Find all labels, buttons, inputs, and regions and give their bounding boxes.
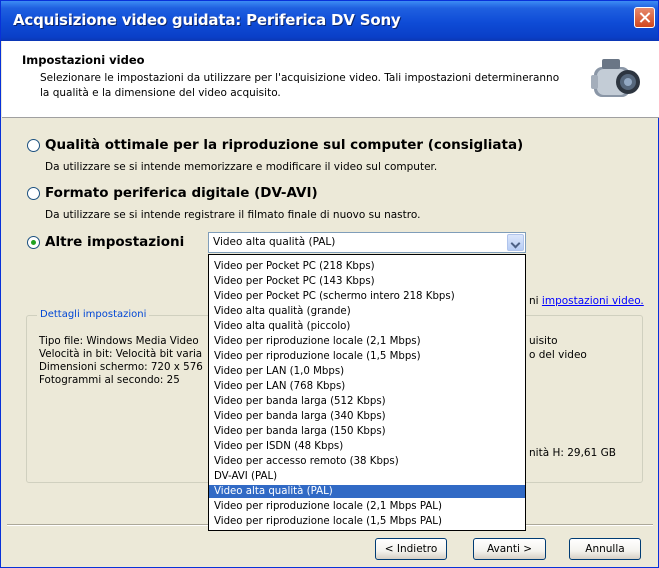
cancel-button[interactable]: Annulla: [569, 538, 641, 560]
close-button[interactable]: [634, 7, 655, 28]
detail-right-line-1: uisito: [529, 335, 558, 347]
radio-other-settings[interactable]: [27, 235, 40, 249]
disk-space-text: nità H: 29,61 GB: [529, 447, 616, 459]
video-camera-icon: [591, 59, 640, 97]
radio-digital-device-format[interactable]: [27, 186, 40, 200]
dropdown-item[interactable]: Video per LAN (768 Kbps): [209, 380, 525, 393]
next-button[interactable]: Avanti >: [473, 538, 546, 560]
settings-combobox-value: Video alta qualità (PAL): [213, 236, 336, 248]
radio-optimal-quality[interactable]: [27, 138, 40, 152]
option-digital-device-format-label: Formato periferica digitale (DV-AVI): [45, 185, 318, 201]
detail-right-line-2: o del video: [529, 349, 587, 361]
option-other-settings[interactable]: Altre impostazioni: [27, 234, 184, 250]
dropdown-item-selected[interactable]: Video alta qualità (PAL): [209, 485, 525, 498]
dropdown-item[interactable]: Video per LAN (1,0 Mbps): [209, 365, 525, 378]
title-bar[interactable]: Acquisizione video guidata: Periferica D…: [1, 1, 658, 41]
settings-combobox[interactable]: Video alta qualità (PAL): [208, 232, 526, 253]
more-settings-text: ni impostazioni video.: [529, 295, 644, 307]
dropdown-item[interactable]: Video per riproduzione locale (1,5 Mbps …: [209, 515, 525, 528]
detail-screen-size: Dimensioni schermo: 720 x 576: [39, 361, 203, 373]
header-description: Selezionare le impostazioni da utilizzar…: [40, 72, 560, 99]
dropdown-item[interactable]: Video per banda larga (512 Kbps): [209, 395, 525, 408]
option-digital-device-format-description: Da utilizzare se si intende registrare i…: [45, 209, 421, 221]
dropdown-item[interactable]: Video per Pocket PC (143 Kbps): [209, 275, 525, 288]
details-group-title: Dettagli impostazioni: [37, 309, 150, 320]
header-panel: Impostazioni video Selezionare le impost…: [2, 41, 659, 118]
dropdown-item[interactable]: Video alta qualità (piccolo): [209, 320, 525, 333]
dropdown-item[interactable]: Video per banda larga (150 Kbps): [209, 425, 525, 438]
settings-dropdown-list[interactable]: Video per Pocket PC (218 Kbps) Video per…: [208, 254, 526, 531]
option-optimal-quality-description: Da utilizzare se si intende memorizzare …: [45, 161, 438, 173]
more-settings-prefix: ni: [529, 295, 539, 307]
dropdown-item[interactable]: Video per accesso remoto (38 Kbps): [209, 455, 525, 468]
detail-bit-rate: Velocità in bit: Velocità bit varia: [39, 348, 203, 360]
detail-file-type: Tipo file: Windows Media Video: [39, 335, 199, 347]
back-button[interactable]: < Indietro: [375, 538, 447, 560]
option-digital-device-format[interactable]: Formato periferica digitale (DV-AVI): [27, 185, 318, 201]
dropdown-item[interactable]: Video per Pocket PC (218 Kbps): [209, 260, 525, 273]
dropdown-item[interactable]: Video per riproduzione locale (2,1 Mbps): [209, 335, 525, 348]
video-settings-link[interactable]: impostazioni video.: [542, 295, 644, 307]
detail-frames-per-second: Fotogrammi al secondo: 25: [39, 374, 180, 386]
dropdown-item[interactable]: Video per ISDN (48 Kbps): [209, 440, 525, 453]
dropdown-item[interactable]: DV-AVI (PAL): [209, 470, 525, 483]
dropdown-item[interactable]: Video per riproduzione locale (1,5 Mbps): [209, 350, 525, 363]
option-optimal-quality-label: Qualità ottimale per la riproduzione sul…: [45, 137, 524, 153]
header-title: Impostazioni video: [22, 53, 145, 67]
chevron-down-icon[interactable]: [507, 234, 524, 251]
dropdown-item[interactable]: Video per banda larga (340 Kbps): [209, 410, 525, 423]
dropdown-item[interactable]: Video per Pocket PC (schermo intero 218 …: [209, 290, 525, 303]
option-other-settings-label: Altre impostazioni: [45, 234, 185, 250]
dropdown-item[interactable]: Video per riproduzione locale (2,1 Mbps …: [209, 500, 525, 513]
wizard-window: Acquisizione video guidata: Periferica D…: [0, 0, 659, 568]
dropdown-item[interactable]: Video alta qualità (grande): [209, 305, 525, 318]
window-title: Acquisizione video guidata: Periferica D…: [13, 11, 401, 29]
option-optimal-quality[interactable]: Qualità ottimale per la riproduzione sul…: [27, 137, 523, 153]
